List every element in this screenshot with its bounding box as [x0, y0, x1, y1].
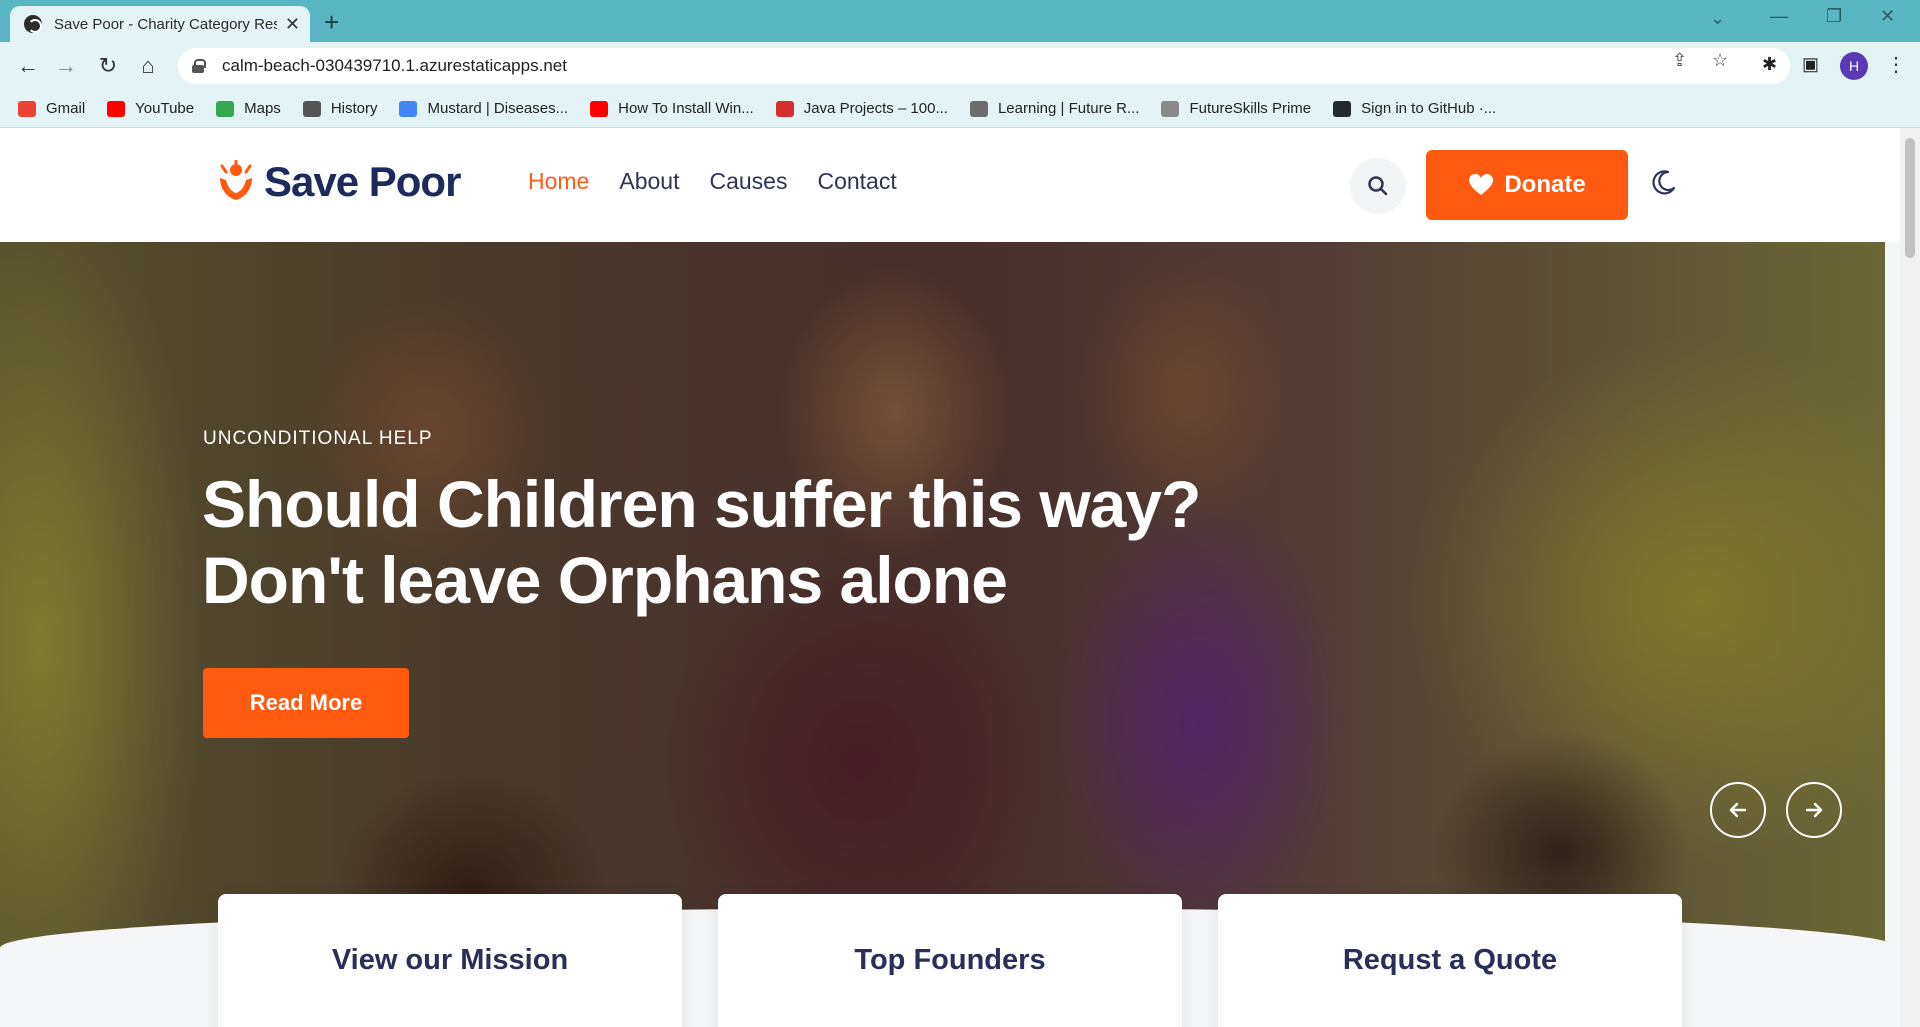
bookmark-java-projects[interactable]: Java Projects – 100...	[775, 100, 948, 117]
globe-icon	[24, 15, 42, 33]
card-title: Requst a Quote	[1342, 944, 1558, 976]
feature-card-mission[interactable]: View our Mission	[218, 894, 682, 1027]
browser-tab[interactable]: Save Poor - Charity Category Res ✕	[10, 6, 310, 42]
slider-prev-button[interactable]	[1710, 782, 1766, 838]
forward-icon[interactable]: →	[52, 52, 80, 80]
minimize-icon[interactable]: —	[1770, 6, 1788, 27]
gmail-icon	[18, 100, 36, 117]
nav-causes[interactable]: Causes	[709, 168, 787, 195]
logo-text: Save Poor	[264, 158, 461, 205]
youtube-icon	[590, 100, 609, 117]
lock-icon	[192, 59, 206, 73]
browser-toolbar: ← → ↻ ⌂ calm-beach-030439710.1.azurestat…	[0, 42, 1920, 90]
web-page: Save Poor Home About Causes Contact Dona…	[0, 128, 1900, 1027]
logo-heart-hands-icon	[220, 160, 252, 200]
card-title: Top Founders	[854, 944, 1046, 976]
scrollbar-thumb[interactable]	[1905, 138, 1915, 258]
main-nav: Home About Causes Contact	[528, 168, 897, 195]
hero-slider: UNCONDITIONAL HELP Should Children suffe…	[0, 242, 1885, 947]
hero-title-line-2: Don't leave Orphans alone	[202, 543, 1008, 617]
tab-search-chevron-icon[interactable]: ⌄	[1710, 8, 1725, 29]
history-clock-icon	[302, 100, 321, 117]
share-icon[interactable]: ⇪	[1672, 50, 1687, 71]
browser-tab-strip: Save Poor - Charity Category Res ✕ + ⌄ —…	[0, 0, 1920, 42]
hero-title: Should Children suffer this way? Don't l…	[202, 466, 1302, 618]
moon-dark-mode-icon[interactable]	[1648, 168, 1678, 198]
back-icon[interactable]: ←	[14, 52, 42, 80]
tab-title: Save Poor - Charity Category Res	[54, 15, 277, 33]
slider-next-button[interactable]	[1786, 782, 1842, 838]
bookmarks-bar: Gmail YouTube Maps History Mustard | Dis…	[0, 90, 1920, 128]
address-bar[interactable]: calm-beach-030439710.1.azurestaticapps.n…	[178, 48, 1790, 84]
new-tab-button[interactable]: +	[324, 7, 339, 38]
arrow-right-icon	[1805, 802, 1823, 818]
futureskills-icon	[1161, 100, 1180, 117]
bookmark-youtube[interactable]: YouTube	[107, 100, 194, 117]
menu-kebab-icon[interactable]: ⋮	[1886, 52, 1906, 77]
site-logo[interactable]: Save Poor	[216, 158, 461, 206]
bookmark-install-windows[interactable]: How To Install Win...	[590, 100, 754, 117]
donate-button[interactable]: Donate	[1426, 150, 1628, 220]
heart-icon	[1469, 174, 1494, 195]
nav-about[interactable]: About	[619, 168, 679, 195]
bookmark-history[interactable]: History	[302, 100, 377, 117]
bookmark-futureskills[interactable]: FutureSkills Prime	[1161, 100, 1311, 117]
side-panel-icon[interactable]: ▣	[1802, 54, 1819, 75]
bookmark-mustard[interactable]: Mustard | Diseases...	[399, 100, 568, 117]
bookmark-gmail[interactable]: Gmail	[18, 100, 85, 117]
bookmark-github[interactable]: Sign in to GitHub ·...	[1333, 100, 1496, 117]
restore-icon[interactable]: ❐	[1826, 6, 1842, 27]
github-icon	[1333, 100, 1352, 117]
feature-card-founders[interactable]: Top Founders	[718, 894, 1182, 1027]
search-button[interactable]	[1350, 158, 1406, 214]
donate-label: Donate	[1504, 171, 1586, 198]
bookmark-star-icon[interactable]: ☆	[1712, 50, 1728, 71]
site-header: Save Poor Home About Causes Contact Dona…	[0, 128, 1900, 242]
url-text: calm-beach-030439710.1.azurestaticapps.n…	[222, 56, 567, 75]
feature-card-quote[interactable]: Requst a Quote	[1218, 894, 1682, 1027]
home-icon[interactable]: ⌂	[134, 52, 162, 80]
read-more-button[interactable]: Read More	[203, 668, 409, 738]
nav-home[interactable]: Home	[528, 168, 589, 195]
hero-title-line-1: Should Children suffer this way?	[202, 467, 1201, 541]
profile-avatar[interactable]: H	[1840, 52, 1868, 80]
extensions-puzzle-icon[interactable]: ✱	[1762, 54, 1777, 75]
reload-icon[interactable]: ↻	[94, 52, 122, 80]
close-tab-icon[interactable]: ✕	[285, 14, 300, 35]
card-title: View our Mission	[331, 944, 569, 976]
nav-contact[interactable]: Contact	[817, 168, 896, 195]
bookmark-maps[interactable]: Maps	[216, 100, 281, 117]
maps-pin-icon	[216, 100, 235, 117]
arrow-left-icon	[1729, 802, 1747, 818]
java-site-icon	[775, 100, 794, 117]
youtube-icon	[107, 100, 126, 117]
close-window-icon[interactable]: ✕	[1880, 6, 1895, 27]
mustard-site-icon	[399, 100, 418, 117]
search-icon	[1368, 176, 1388, 196]
bookmark-learning[interactable]: Learning | Future R...	[969, 100, 1139, 117]
hero-subtitle: UNCONDITIONAL HELP	[203, 428, 433, 449]
page-scrollbar[interactable]	[1900, 128, 1920, 1027]
learning-site-icon	[969, 100, 988, 117]
